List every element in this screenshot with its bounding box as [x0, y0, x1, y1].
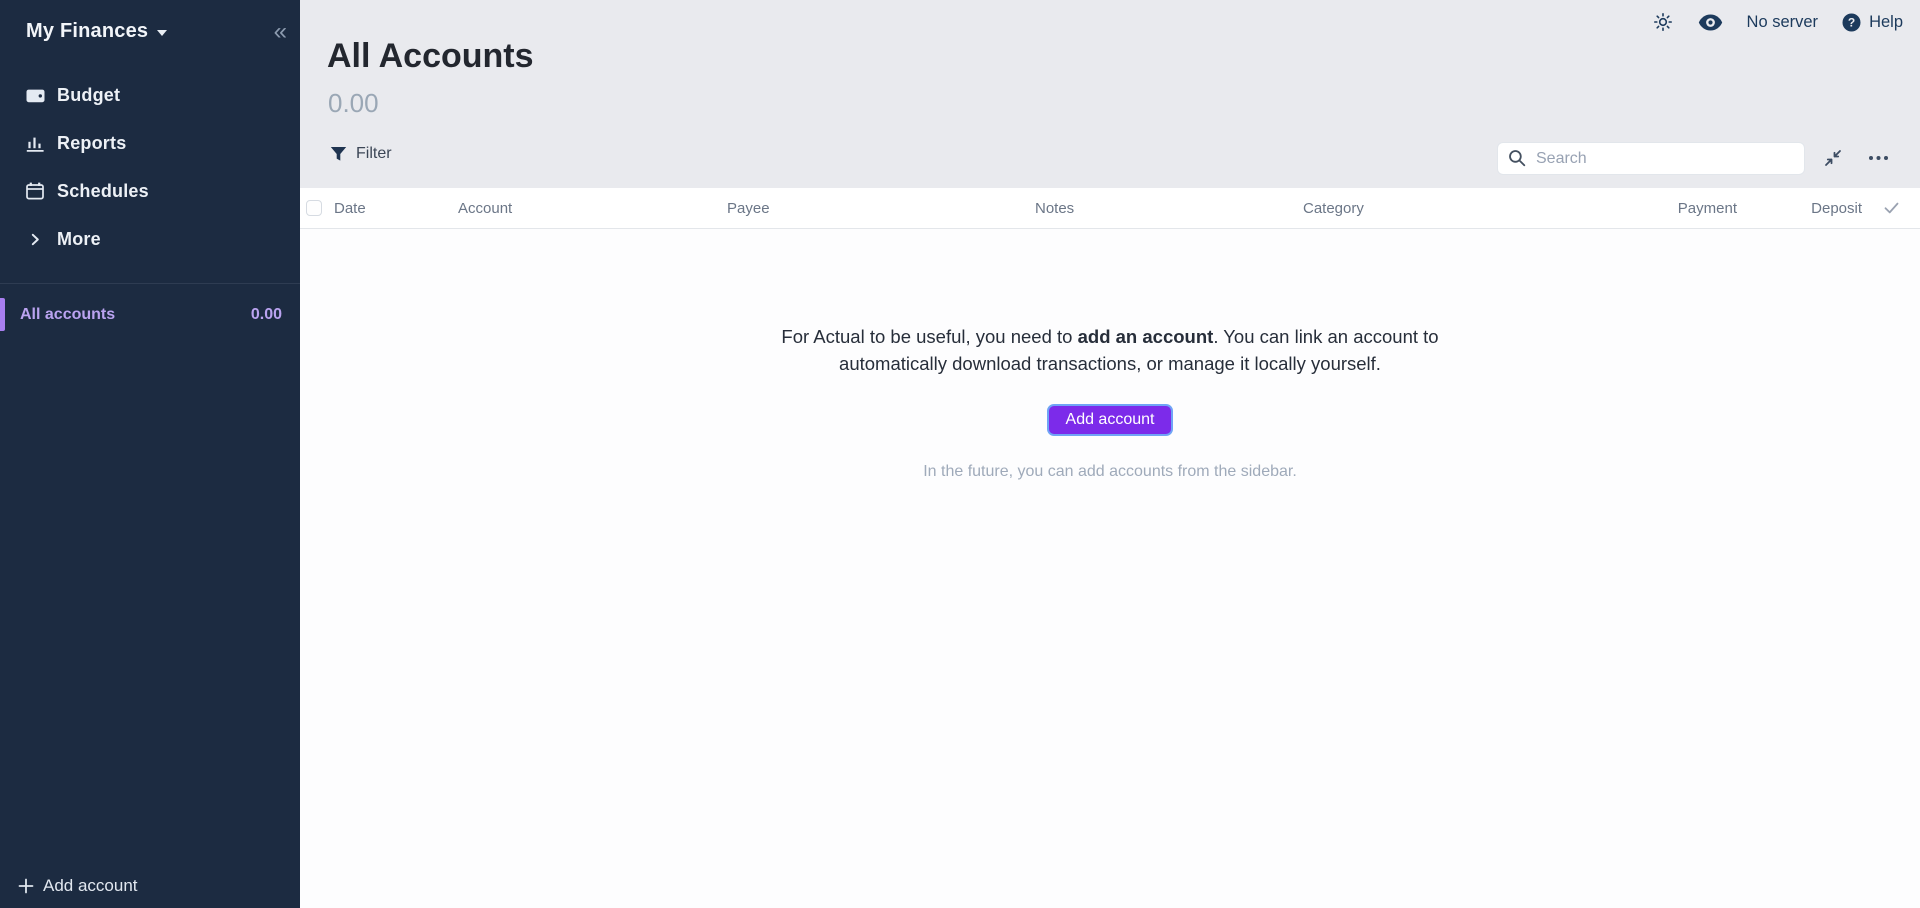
message-text: For Actual to be useful, you need to	[781, 326, 1077, 347]
column-header-date[interactable]: Date	[330, 200, 458, 217]
select-all-checkbox[interactable]	[306, 200, 322, 216]
page-title: All Accounts	[327, 35, 534, 77]
add-account-label: Add account	[43, 876, 138, 896]
svg-text:?: ?	[1848, 15, 1855, 29]
sidebar-item-all-accounts[interactable]: All accounts 0.00	[0, 297, 300, 332]
main-content: No server ? Help All Accounts 0.00 Filte…	[300, 0, 1920, 908]
more-options-button[interactable]	[1867, 147, 1889, 169]
transactions-table-header: Date Account Payee Notes Category Paymen…	[300, 188, 1920, 229]
sun-icon	[1652, 11, 1674, 33]
sidebar-item-budget[interactable]: Budget	[0, 71, 300, 119]
sidebar-item-label: Reports	[57, 133, 126, 154]
budget-file-name[interactable]: My Finances	[26, 20, 148, 43]
sidebar-item-label: Budget	[57, 85, 120, 106]
chevron-right-icon	[24, 233, 46, 246]
help-icon: ?	[1842, 13, 1861, 32]
topbar: No server ? Help	[1652, 8, 1903, 36]
filter-button[interactable]: Filter	[330, 139, 392, 169]
help-button[interactable]: ? Help	[1842, 13, 1903, 32]
column-header-deposit[interactable]: Deposit	[1737, 200, 1862, 217]
plus-icon	[18, 878, 34, 894]
filter-funnel-icon	[330, 146, 347, 163]
sidebar-divider	[0, 283, 300, 284]
active-indicator-bar	[0, 298, 5, 331]
message-bold-text: add an account	[1078, 326, 1214, 347]
column-header-notes[interactable]: Notes	[1035, 200, 1303, 217]
filter-label: Filter	[356, 145, 392, 163]
sidebar-item-reports[interactable]: Reports	[0, 119, 300, 167]
sidebar-item-label: More	[57, 229, 101, 250]
add-account-button[interactable]: Add account	[1047, 404, 1174, 436]
search-input[interactable]	[1497, 142, 1805, 175]
app-window: My Finances « Budget Reports S	[0, 0, 1920, 908]
sidebar-item-more[interactable]: More	[0, 215, 300, 263]
privacy-mode-button[interactable]	[1698, 14, 1723, 31]
calendar-icon	[24, 182, 46, 200]
chevron-down-icon	[157, 30, 167, 36]
bar-chart-icon	[24, 135, 46, 152]
wallet-icon	[24, 87, 46, 104]
search-box	[1497, 142, 1805, 175]
empty-state-message: For Actual to be useful, you need to add…	[763, 323, 1457, 377]
cleared-check-icon[interactable]	[1862, 202, 1920, 214]
all-accounts-balance: 0.00	[251, 306, 282, 324]
collapse-sidebar-button[interactable]: «	[274, 22, 287, 42]
ellipsis-icon	[1868, 155, 1889, 161]
theme-toggle-button[interactable]	[1652, 11, 1674, 33]
column-header-payment[interactable]: Payment	[1607, 200, 1737, 217]
sidebar-add-account-button[interactable]: Add account	[18, 876, 138, 896]
sidebar-nav: Budget Reports Schedules More	[0, 71, 300, 263]
column-header-account[interactable]: Account	[458, 200, 727, 217]
sidebar-item-label: Schedules	[57, 181, 149, 202]
column-header-category[interactable]: Category	[1303, 200, 1607, 217]
eye-icon	[1698, 14, 1723, 31]
empty-state-note: In the future, you can add accounts from…	[300, 463, 1920, 481]
compress-arrows-icon	[1823, 148, 1843, 168]
all-accounts-label: All accounts	[20, 306, 115, 324]
collapse-transactions-button[interactable]	[1822, 147, 1844, 169]
budget-file-menu[interactable]: My Finances «	[26, 20, 287, 43]
sidebar: My Finances « Budget Reports S	[0, 0, 300, 908]
empty-state: For Actual to be useful, you need to add…	[300, 323, 1920, 481]
help-label: Help	[1869, 13, 1903, 32]
server-status-button[interactable]: No server	[1747, 13, 1819, 32]
server-status-label: No server	[1747, 13, 1819, 32]
column-header-payee[interactable]: Payee	[727, 200, 1035, 217]
sidebar-item-schedules[interactable]: Schedules	[0, 167, 300, 215]
page-balance: 0.00	[328, 88, 379, 118]
